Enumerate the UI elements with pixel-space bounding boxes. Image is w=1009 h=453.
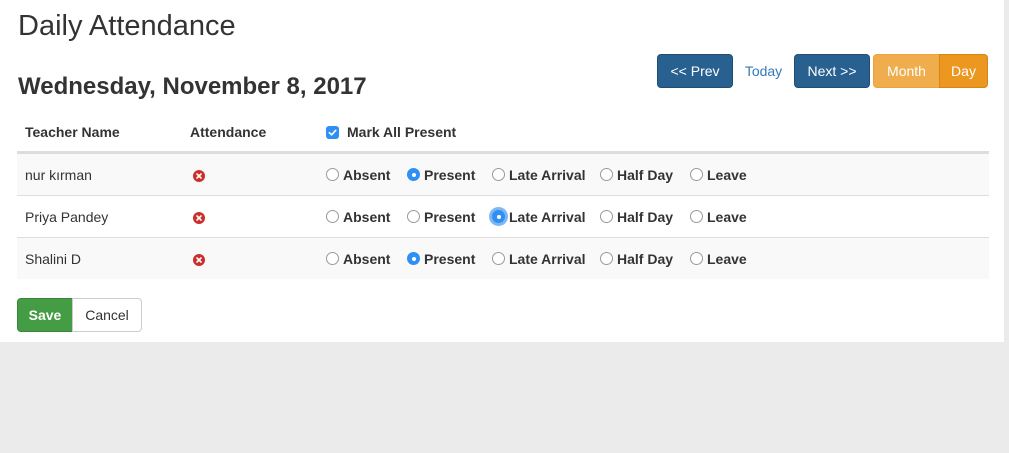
header-attendance: Attendance (190, 124, 267, 140)
option-label: Present (424, 166, 476, 183)
attendance-options: Absent Present Late Arrival Half Day Leave (318, 251, 989, 267)
option-absent[interactable]: Absent (326, 209, 407, 225)
attendance-table: Teacher Name Attendance Mark All Present… (17, 113, 989, 279)
day-view-button[interactable]: Day (939, 54, 988, 88)
date-heading: Wednesday, November 8, 2017 (18, 73, 367, 100)
table-header: Teacher Name Attendance Mark All Present (17, 113, 989, 153)
option-absent[interactable]: Absent (326, 167, 407, 183)
radio-late-arrival[interactable] (492, 210, 505, 223)
option-label: Leave (707, 166, 747, 183)
attendance-panel: Daily Attendance Wednesday, November 8, … (0, 0, 1004, 342)
radio-absent[interactable] (326, 168, 339, 181)
option-label: Absent (343, 166, 391, 183)
today-button[interactable]: Today (733, 54, 794, 88)
times-circle-icon (193, 211, 205, 224)
teacher-name: nur kırman (25, 166, 92, 183)
view-toggle: Month Day (873, 54, 988, 88)
radio-leave[interactable] (690, 252, 703, 265)
radio-present[interactable] (407, 210, 420, 223)
option-leave[interactable]: Leave (690, 209, 760, 225)
option-leave[interactable]: Leave (690, 167, 760, 183)
radio-half-day[interactable] (600, 168, 613, 181)
month-view-button[interactable]: Month (873, 54, 940, 88)
attendance-options: Absent Present Late Arrival Half Day Leave (318, 167, 989, 183)
option-label: Present (424, 208, 476, 225)
table-row: nur kırman Absent Present Late Arrival Half … (17, 153, 989, 195)
option-label: Late Arrival (509, 166, 586, 183)
header-teacher-name: Teacher Name (25, 124, 120, 140)
radio-half-day[interactable] (600, 210, 613, 223)
option-present[interactable]: Present (407, 209, 492, 225)
radio-present[interactable] (407, 252, 420, 265)
form-actions: Save Cancel (17, 298, 142, 332)
option-label: Half Day (617, 166, 674, 183)
times-circle-icon (193, 169, 205, 182)
option-label: Half Day (617, 250, 674, 267)
radio-absent[interactable] (326, 210, 339, 223)
option-late-arrival[interactable]: Late Arrival (492, 209, 600, 225)
option-present[interactable]: Present (407, 167, 492, 183)
attendance-status (182, 251, 318, 267)
option-label: Absent (343, 208, 391, 225)
radio-late-arrival[interactable] (492, 168, 505, 181)
radio-late-arrival[interactable] (492, 252, 505, 265)
option-half-day[interactable]: Half Day (600, 251, 690, 267)
page-title: Daily Attendance (18, 10, 236, 42)
table-row: Priya Pandey Absent Present Late Arrival Hal… (17, 195, 989, 237)
option-leave[interactable]: Leave (690, 251, 760, 267)
times-circle-icon (193, 253, 205, 266)
mark-all-present[interactable]: Mark All Present (318, 124, 989, 140)
date-navigation: << Prev Today Next >> Month Day (657, 54, 988, 88)
save-button[interactable]: Save (17, 298, 73, 332)
next-button[interactable]: Next >> (794, 54, 870, 88)
mark-all-checkbox[interactable] (326, 125, 339, 139)
option-absent[interactable]: Absent (326, 251, 407, 267)
radio-present[interactable] (407, 168, 420, 181)
attendance-status (182, 167, 318, 183)
prev-button[interactable]: << Prev (657, 54, 733, 88)
radio-leave[interactable] (690, 210, 703, 223)
radio-absent[interactable] (326, 252, 339, 265)
option-label: Present (424, 250, 476, 267)
radio-half-day[interactable] (600, 252, 613, 265)
table-body: nur kırman Absent Present Late Arrival Half … (17, 153, 989, 279)
option-half-day[interactable]: Half Day (600, 167, 690, 183)
radio-leave[interactable] (690, 168, 703, 181)
option-label: Leave (707, 208, 747, 225)
attendance-status (182, 209, 318, 225)
cancel-button[interactable]: Cancel (72, 298, 142, 332)
option-label: Leave (707, 250, 747, 267)
table-row: Shalini D Absent Present Late Arrival Half D… (17, 237, 989, 279)
attendance-options: Absent Present Late Arrival Half Day Leave (318, 209, 989, 225)
option-late-arrival[interactable]: Late Arrival (492, 251, 600, 267)
option-late-arrival[interactable]: Late Arrival (492, 167, 600, 183)
option-label: Absent (343, 250, 391, 267)
option-label: Late Arrival (509, 208, 586, 225)
teacher-name: Priya Pandey (25, 208, 109, 225)
option-label: Half Day (617, 208, 674, 225)
option-present[interactable]: Present (407, 251, 492, 267)
option-label: Late Arrival (509, 250, 586, 267)
mark-all-label: Mark All Present (347, 124, 457, 140)
option-half-day[interactable]: Half Day (600, 209, 690, 225)
teacher-name: Shalini D (25, 250, 82, 267)
